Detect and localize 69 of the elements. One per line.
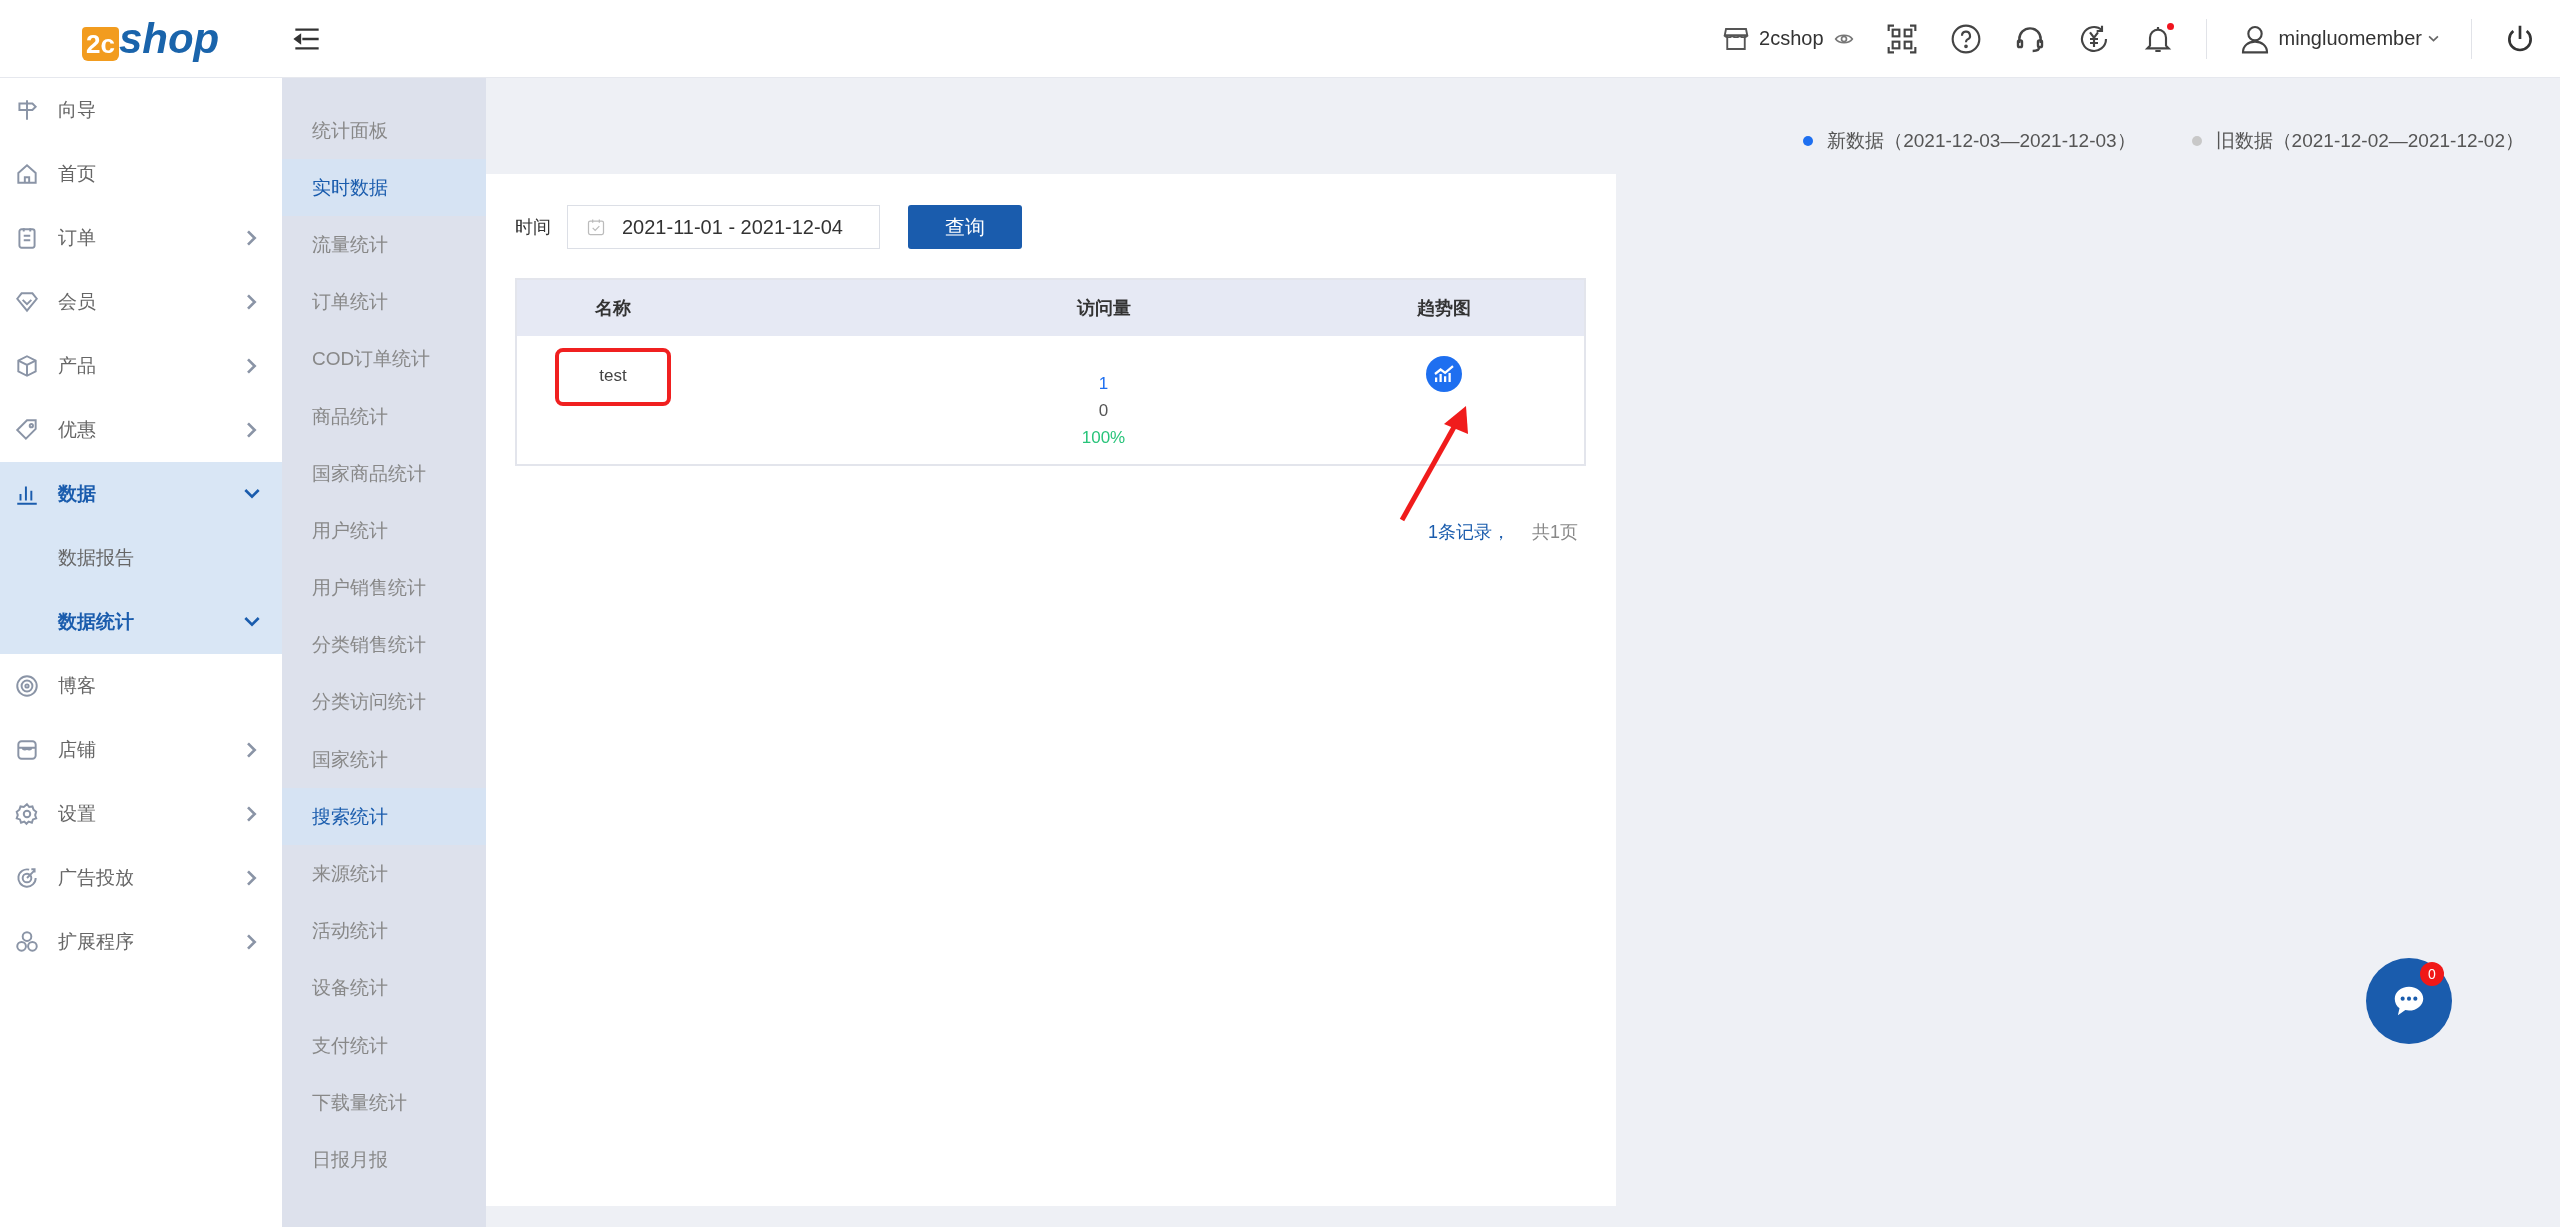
sidebar-item[interactable]: 数据 (0, 462, 282, 526)
chat-button[interactable]: 0 (2366, 958, 2452, 1044)
submenu-item[interactable]: COD订单统计 (282, 330, 486, 388)
submenu-item[interactable]: 用户销售统计 (282, 559, 486, 617)
sidebar-item[interactable]: 向导 (0, 78, 282, 142)
submenu-item[interactable]: 下载量统计 (282, 1074, 486, 1132)
page-count: 共1页 (1532, 521, 1578, 544)
sidebar-item[interactable]: 优惠 (0, 398, 282, 462)
sidebar-subitem[interactable]: 数据统计 (0, 590, 282, 654)
sidebar-item[interactable]: 首页 (0, 142, 282, 206)
sidebar-item[interactable]: 产品 (0, 334, 282, 398)
submenu-item[interactable]: 统计面板 (282, 102, 486, 160)
user-name[interactable]: mingluomember (2278, 27, 2422, 50)
column-header: 趋势图 (1416, 297, 1472, 320)
gear-icon (14, 801, 40, 827)
submenu-item[interactable]: 分类销售统计 (282, 616, 486, 674)
box-icon (14, 353, 40, 379)
table-cell: test (555, 348, 671, 406)
query-button[interactable]: 查询 (908, 205, 1022, 249)
qr-code-icon[interactable] (1885, 22, 1918, 55)
submenu-item[interactable]: 活动统计 (282, 902, 486, 960)
column-header: 访问量 (1075, 297, 1132, 320)
store-name[interactable]: 2cshop (1759, 27, 1824, 50)
submenu-item[interactable]: 国家商品统计 (282, 445, 486, 503)
submenu-item[interactable]: 商品统计 (282, 387, 486, 446)
collapse-menu-icon[interactable] (293, 26, 322, 51)
sidebar-item[interactable]: 店铺 (0, 718, 282, 782)
sidebar-item[interactable]: 设置 (0, 782, 282, 846)
logo[interactable]: 2cshop (82, 16, 220, 61)
change-percent: 100% (1081, 428, 1126, 448)
sidebar-item[interactable]: 会员 (0, 270, 282, 334)
submenu-item[interactable]: 搜索统计 (282, 788, 486, 846)
submenu-item[interactable]: 支付统计 (282, 1017, 486, 1075)
legend-label: 新数据（2021-12-03—2021-12-03） (1827, 129, 2136, 153)
record-count: 1条记录， (1427, 521, 1510, 544)
submenu-item[interactable]: 分类访问统计 (282, 673, 486, 732)
date-range-field[interactable]: 2021-11-01 - 2021-12-04 (567, 205, 880, 249)
diamond-icon (14, 289, 40, 315)
submenu-item[interactable]: 用户统计 (282, 502, 486, 560)
target-icon (14, 673, 40, 699)
submenu-item[interactable]: 订单统计 (282, 273, 486, 331)
sidebar-item[interactable]: 广告投放 (0, 846, 282, 910)
submenu-item[interactable]: 来源统计 (282, 845, 486, 903)
submenu-item[interactable]: 实时数据 (282, 159, 486, 217)
tag-icon (14, 417, 40, 443)
legend-label: 旧数据（2021-12-02—2021-12-02） (2215, 129, 2524, 153)
sidebar-item[interactable]: 订单 (0, 206, 282, 270)
sidebar-subitem[interactable]: 数据报告 (0, 526, 282, 590)
help-icon[interactable] (1949, 22, 1982, 55)
time-label: 时间 (515, 216, 551, 239)
circles-icon (14, 929, 40, 955)
unread-badge: 0 (2420, 962, 2444, 986)
sidebar-item[interactable]: 扩展程序 (0, 910, 282, 974)
aim-icon (14, 865, 40, 891)
store-icon (14, 737, 40, 763)
previous-count: 0 (1098, 401, 1109, 421)
trend-chart-icon[interactable] (1426, 356, 1462, 392)
chevron-down-icon[interactable] (2428, 35, 2439, 42)
submenu-item[interactable]: 国家统计 (282, 731, 486, 789)
submenu-item[interactable]: 日报月报 (282, 1131, 486, 1189)
logo-text: shop (118, 16, 220, 61)
submenu-item[interactable]: 流量统计 (282, 216, 486, 274)
logo-mark: 2c (82, 26, 119, 61)
sidebar-item[interactable]: 博客 (0, 654, 282, 718)
submenu-item[interactable]: 设备统计 (282, 959, 486, 1017)
column-header: 名称 (594, 297, 632, 320)
calendar-icon (586, 217, 606, 237)
visit-count: 1 (1098, 374, 1109, 394)
home-icon (14, 161, 40, 187)
